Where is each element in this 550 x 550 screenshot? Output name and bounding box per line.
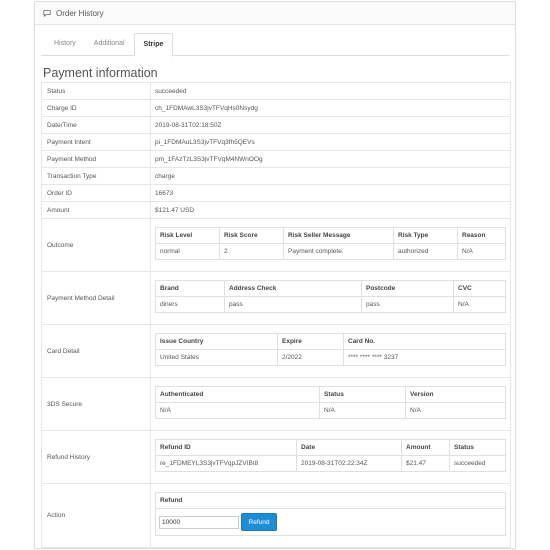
table-row: Order ID 16673 bbox=[41, 184, 511, 202]
table-cell: $21.47 bbox=[401, 455, 450, 472]
refund-history-row: Refund History Refund ID Date Amount Sta… bbox=[41, 430, 511, 484]
table-row: Payment Method pm_1FAzTzL3S3jvTFVqM4NWnO… bbox=[41, 150, 511, 168]
payment-info-table: Status succeeded Charge ID ch_1FDMAwL3S3… bbox=[41, 82, 511, 548]
row-value: 2019-08-31T02:18:50Z bbox=[150, 116, 511, 134]
3ds-secure-table: Authenticated Status Version N/A N/A N/A bbox=[155, 386, 506, 419]
table-row: Status succeeded bbox=[41, 82, 511, 100]
column-header: Date bbox=[296, 439, 402, 456]
column-header: Authenticated bbox=[155, 386, 320, 403]
column-header: Amount bbox=[401, 439, 450, 456]
comment-icon bbox=[43, 10, 51, 17]
table-cell: pass bbox=[224, 296, 362, 313]
table-cell: authorized bbox=[393, 243, 458, 260]
row-value: $121.47 USD bbox=[150, 201, 511, 219]
section-title: Payment information bbox=[43, 66, 158, 80]
table-cell: succeeded bbox=[449, 455, 506, 472]
table-cell: 2019-08-31T02:22:34Z bbox=[296, 455, 402, 472]
refund-form-title: Refund bbox=[156, 493, 505, 509]
table-row: Date/Time 2019-08-31T02:18:50Z bbox=[41, 116, 511, 134]
table-row: Transaction Type charge bbox=[41, 167, 511, 185]
column-header: Refund ID bbox=[155, 439, 297, 456]
table-cell: 2 bbox=[219, 243, 284, 260]
row-label: Amount bbox=[41, 201, 151, 219]
table-cell: N/A bbox=[319, 402, 406, 419]
row-value: ch_1FDMAwL3S3jvTFVqHs0Nsydg bbox=[150, 99, 511, 117]
row-value: charge bbox=[150, 167, 511, 185]
table-cell: N/A bbox=[457, 243, 506, 260]
outcome-row: Outcome Risk Level Risk Score Risk Selle… bbox=[41, 218, 511, 272]
row-label: Order ID bbox=[41, 184, 151, 202]
row-label: Outcome bbox=[41, 218, 151, 272]
column-header: Risk Level bbox=[155, 227, 220, 244]
refund-button[interactable]: Refund bbox=[241, 513, 277, 531]
outcome-table: Risk Level Risk Score Risk Seller Messag… bbox=[155, 227, 506, 260]
column-header: Status bbox=[449, 439, 506, 456]
table-cell: normal bbox=[155, 243, 220, 260]
column-header: Risk Score bbox=[219, 227, 284, 244]
column-header: Version bbox=[405, 386, 506, 403]
tab-stripe[interactable]: Stripe bbox=[133, 33, 174, 57]
refund-history-table: Refund ID Date Amount Status re_1FDMEYL3… bbox=[155, 439, 506, 472]
3ds-secure-row: 3DS Secure Authenticated Status Version … bbox=[41, 377, 511, 431]
table-row: Charge ID ch_1FDMAwL3S3jvTFVqHs0Nsydg bbox=[41, 99, 511, 117]
table-cell: re_1FDMEYL3S3jvTFVqpJZVIBI8 bbox=[155, 455, 297, 472]
row-label: Date/Time bbox=[41, 116, 151, 134]
order-history-panel: Order History History Additional Stripe … bbox=[34, 1, 516, 549]
table-cell: N/A bbox=[453, 296, 506, 313]
table-cell: Payment complete. bbox=[283, 243, 394, 260]
card-detail-table: Issue Country Expire Card No. United Sta… bbox=[155, 333, 506, 366]
refund-amount-input[interactable] bbox=[159, 515, 239, 529]
table-cell: **** **** **** 3237 bbox=[343, 349, 506, 366]
column-header: Risk Seller Message bbox=[283, 227, 394, 244]
row-label: Payment Method bbox=[41, 150, 151, 168]
row-label: Payment Intent bbox=[41, 133, 151, 151]
row-label: Transaction Type bbox=[41, 167, 151, 185]
column-header: Reason bbox=[457, 227, 506, 244]
card-detail-row: Card Detail Issue Country Expire Card No… bbox=[41, 324, 511, 378]
row-value: 16673 bbox=[150, 184, 511, 202]
table-cell: 2/2022 bbox=[277, 349, 344, 366]
table-row: Amount $121.47 USD bbox=[41, 201, 511, 219]
row-value: pm_1FAzTzL3S3jvTFVqM4NWnOOg bbox=[150, 150, 511, 168]
row-label: Payment Method Detail bbox=[41, 271, 151, 325]
payment-method-detail-table: Brand Address Check Postcode CVC diners … bbox=[155, 280, 506, 313]
column-header: Status bbox=[319, 386, 406, 403]
column-header: Expire bbox=[277, 333, 344, 350]
column-header: Address Check bbox=[224, 280, 362, 297]
tab-history[interactable]: History bbox=[45, 33, 85, 55]
row-value: succeeded bbox=[150, 82, 511, 100]
panel-heading: Order History bbox=[35, 2, 515, 25]
row-value: pi_1FDMAuL3S3jvTFVq3fh5QEVs bbox=[150, 133, 511, 151]
tab-bar: History Additional Stripe bbox=[41, 33, 509, 57]
table-cell: N/A bbox=[405, 402, 506, 419]
column-header: Issue Country bbox=[155, 333, 278, 350]
row-label: Refund History bbox=[41, 430, 151, 484]
action-row: Action Refund Refund bbox=[41, 483, 511, 548]
panel-title: Order History bbox=[56, 8, 104, 18]
tab-additional[interactable]: Additional bbox=[85, 33, 134, 55]
column-header: Card No. bbox=[343, 333, 506, 350]
column-header: CVC bbox=[453, 280, 506, 297]
column-header: Postcode bbox=[361, 280, 454, 297]
table-cell: pass bbox=[361, 296, 454, 313]
refund-form: Refund Refund bbox=[155, 492, 506, 536]
column-header: Brand bbox=[155, 280, 225, 297]
row-label: Action bbox=[41, 483, 151, 548]
table-cell: N/A bbox=[155, 402, 320, 419]
row-label: Charge ID bbox=[41, 99, 151, 117]
table-cell: diners bbox=[155, 296, 225, 313]
table-cell: United States bbox=[155, 349, 278, 366]
payment-method-detail-row: Payment Method Detail Brand Address Chec… bbox=[41, 271, 511, 325]
row-label: Card Detail bbox=[41, 324, 151, 378]
table-row: Payment Intent pi_1FDMAuL3S3jvTFVq3fh5QE… bbox=[41, 133, 511, 151]
row-label: Status bbox=[41, 82, 151, 100]
row-label: 3DS Secure bbox=[41, 377, 151, 431]
column-header: Risk Type bbox=[393, 227, 458, 244]
